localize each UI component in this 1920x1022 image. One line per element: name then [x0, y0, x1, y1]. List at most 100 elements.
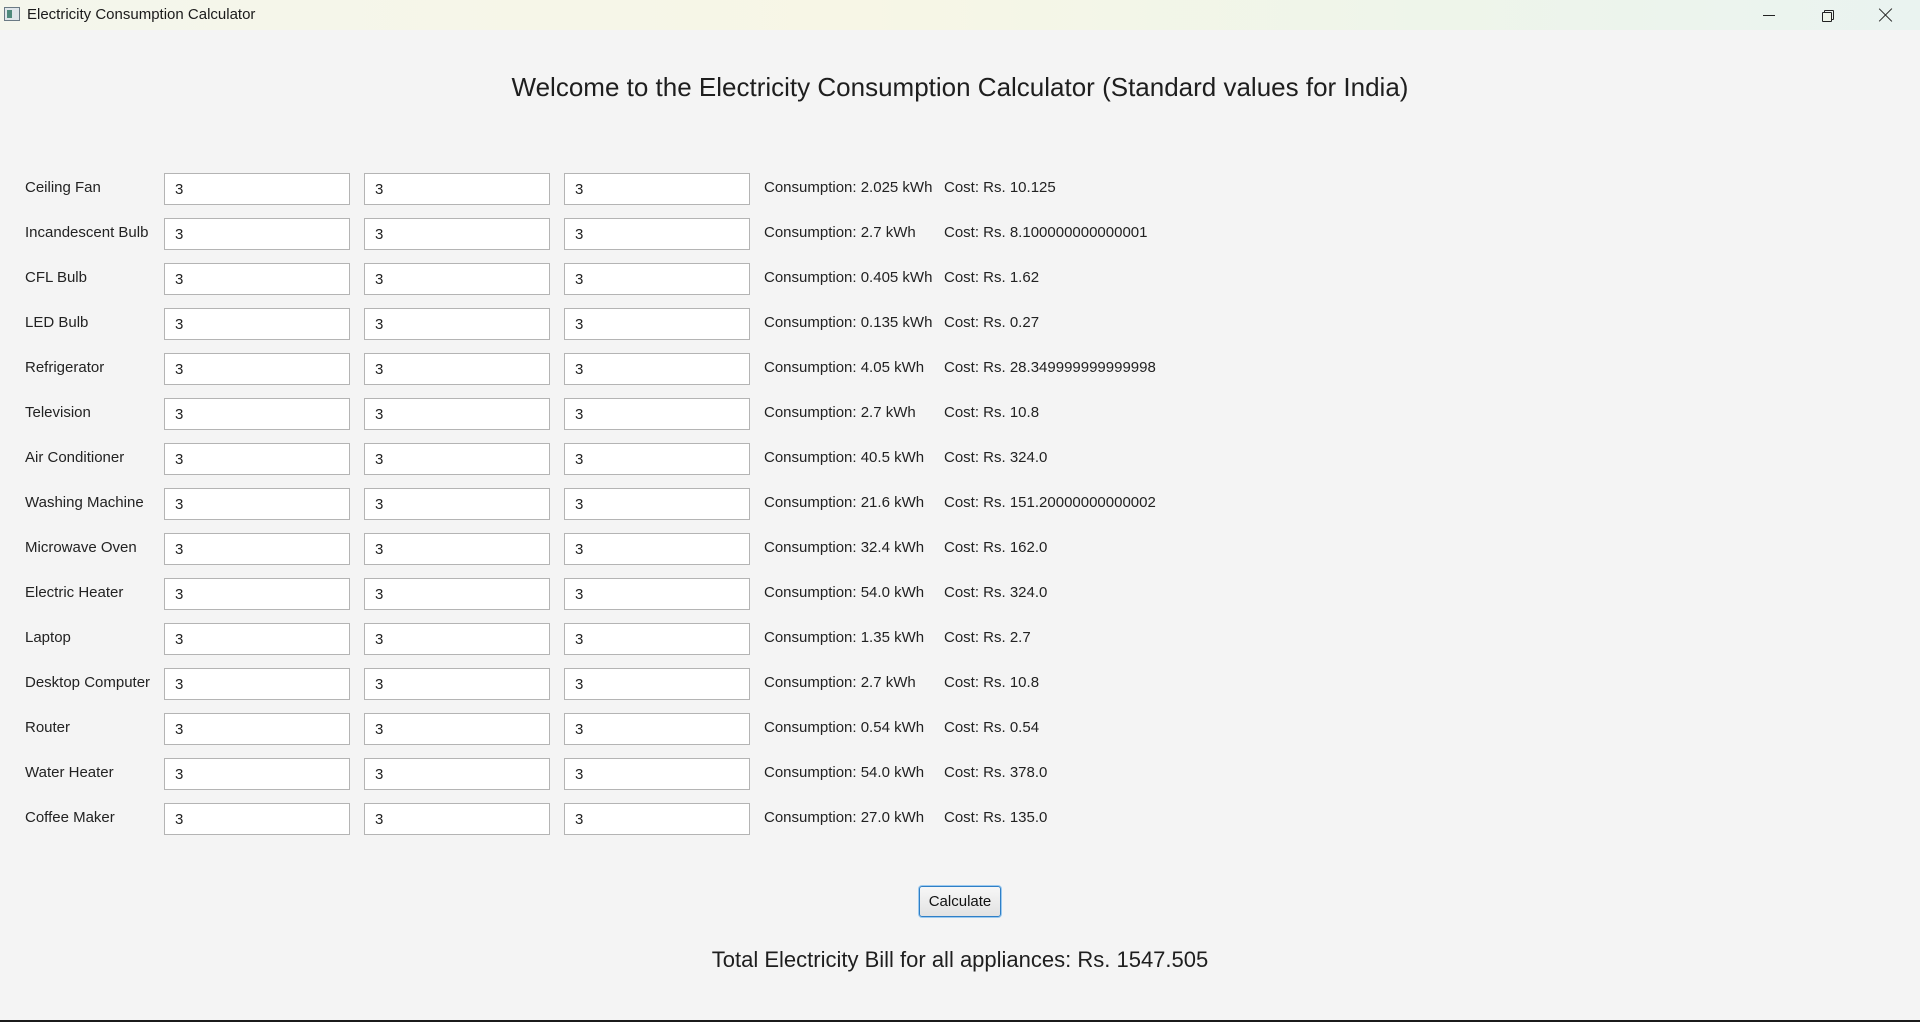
appliance-row: Air Conditioner Consumption: 40.5 kWh Co… — [0, 443, 1200, 488]
cost-label: Cost: Rs. 0.54 — [944, 719, 1040, 736]
consumption-label: Consumption: 0.135 kWh — [764, 314, 933, 331]
appliance-input-3[interactable] — [564, 758, 750, 790]
page-title: Welcome to the Electricity Consumption C… — [511, 72, 1409, 102]
appliance-input-2[interactable] — [364, 488, 550, 520]
appliance-input-1[interactable] — [164, 398, 350, 430]
appliance-input-3[interactable] — [564, 803, 750, 835]
consumption-label: Consumption: 4.05 kWh — [764, 359, 925, 376]
cost-label: Cost: Rs. 324.0 — [944, 449, 1048, 466]
appliance-input-1[interactable] — [164, 623, 350, 655]
appliance-name: Router — [25, 719, 71, 736]
appliance-input-1[interactable] — [164, 308, 350, 340]
consumption-label: Consumption: 0.405 kWh — [764, 269, 933, 286]
title-bar: Electricity Consumption Calculator — [0, 0, 1920, 30]
appliance-input-3[interactable] — [564, 263, 750, 295]
app-icon — [4, 7, 20, 21]
appliance-row: Electric Heater Consumption: 54.0 kWh Co… — [0, 578, 1200, 623]
appliance-input-2[interactable] — [364, 713, 550, 745]
appliance-input-2[interactable] — [364, 758, 550, 790]
consumption-label: Consumption: 2.7 kWh — [764, 404, 916, 421]
appliance-row: Router Consumption: 0.54 kWh Cost: Rs. 0… — [0, 713, 1200, 758]
cost-label: Cost: Rs. 28.349999999999998 — [944, 359, 1156, 376]
cost-label: Cost: Rs. 0.27 — [944, 314, 1040, 331]
total-bill: Total Electricity Bill for all appliance… — [711, 947, 1209, 972]
appliance-input-2[interactable] — [364, 668, 550, 700]
appliance-row: Laptop Consumption: 1.35 kWh Cost: Rs. 2… — [0, 623, 1200, 668]
consumption-label: Consumption: 1.35 kWh — [764, 629, 925, 646]
appliance-input-1[interactable] — [164, 578, 350, 610]
appliance-input-2[interactable] — [364, 578, 550, 610]
restore-button[interactable] — [1798, 0, 1856, 30]
appliance-name: Desktop Computer — [25, 674, 151, 691]
appliance-input-2[interactable] — [364, 218, 550, 250]
appliance-input-3[interactable] — [564, 488, 750, 520]
appliance-input-3[interactable] — [564, 218, 750, 250]
appliance-input-1[interactable] — [164, 263, 350, 295]
cost-label: Cost: Rs. 1.62 — [944, 269, 1040, 286]
appliance-name: Television — [25, 404, 91, 421]
appliance-input-1[interactable] — [164, 713, 350, 745]
calculate-button[interactable]: Calculate — [919, 886, 1001, 917]
minimize-button[interactable] — [1740, 0, 1798, 30]
appliance-input-3[interactable] — [564, 398, 750, 430]
consumption-label: Consumption: 40.5 kWh — [764, 449, 925, 466]
consumption-label: Consumption: 32.4 kWh — [764, 539, 925, 556]
appliance-row: Washing Machine Consumption: 21.6 kWh Co… — [0, 488, 1200, 533]
consumption-label: Consumption: 2.7 kWh — [764, 224, 916, 241]
appliance-input-2[interactable] — [364, 443, 550, 475]
appliance-input-3[interactable] — [564, 308, 750, 340]
appliance-input-1[interactable] — [164, 803, 350, 835]
close-icon — [1879, 8, 1893, 22]
appliance-list: Ceiling Fan Consumption: 2.025 kWh Cost:… — [0, 173, 1200, 848]
appliance-input-2[interactable] — [364, 533, 550, 565]
appliance-input-3[interactable] — [564, 353, 750, 385]
appliance-input-3[interactable] — [564, 173, 750, 205]
appliance-input-2[interactable] — [364, 803, 550, 835]
appliance-input-1[interactable] — [164, 533, 350, 565]
appliance-name: Microwave Oven — [25, 539, 137, 556]
appliance-name: Electric Heater — [25, 584, 124, 601]
consumption-label: Consumption: 54.0 kWh — [764, 764, 925, 781]
appliance-name: Incandescent Bulb — [25, 224, 149, 241]
cost-label: Cost: Rs. 151.20000000000002 — [944, 494, 1156, 511]
appliance-input-1[interactable] — [164, 668, 350, 700]
appliance-input-1[interactable] — [164, 353, 350, 385]
appliance-name: Coffee Maker — [25, 809, 115, 826]
appliance-input-1[interactable] — [164, 758, 350, 790]
consumption-label: Consumption: 2.7 kWh — [764, 674, 916, 691]
close-button[interactable] — [1857, 0, 1915, 30]
appliance-name: Refrigerator — [25, 359, 105, 376]
appliance-row: LED Bulb Consumption: 0.135 kWh Cost: Rs… — [0, 308, 1200, 353]
appliance-input-1[interactable] — [164, 173, 350, 205]
appliance-input-2[interactable] — [364, 173, 550, 205]
appliance-input-3[interactable] — [564, 533, 750, 565]
minimize-icon — [1763, 14, 1775, 16]
consumption-label: Consumption: 2.025 kWh — [764, 179, 933, 196]
appliance-input-2[interactable] — [364, 398, 550, 430]
appliance-name: Washing Machine — [25, 494, 144, 511]
appliance-input-2[interactable] — [364, 308, 550, 340]
appliance-name: CFL Bulb — [25, 269, 87, 286]
consumption-label: Consumption: 27.0 kWh — [764, 809, 925, 826]
appliance-input-3[interactable] — [564, 623, 750, 655]
appliance-name: Water Heater — [25, 764, 114, 781]
cost-label: Cost: Rs. 324.0 — [944, 584, 1048, 601]
appliance-input-1[interactable] — [164, 218, 350, 250]
consumption-label: Consumption: 54.0 kWh — [764, 584, 925, 601]
appliance-input-2[interactable] — [364, 623, 550, 655]
appliance-row: Incandescent Bulb Consumption: 2.7 kWh C… — [0, 218, 1200, 263]
cost-label: Cost: Rs. 8.100000000000001 — [944, 224, 1148, 241]
appliance-input-3[interactable] — [564, 668, 750, 700]
appliance-input-1[interactable] — [164, 443, 350, 475]
appliance-row: Coffee Maker Consumption: 27.0 kWh Cost:… — [0, 803, 1200, 848]
appliance-input-3[interactable] — [564, 578, 750, 610]
appliance-row: Water Heater Consumption: 54.0 kWh Cost:… — [0, 758, 1200, 803]
restore-icon — [1821, 9, 1834, 22]
appliance-input-1[interactable] — [164, 488, 350, 520]
appliance-input-3[interactable] — [564, 443, 750, 475]
appliance-row: Microwave Oven Consumption: 32.4 kWh Cos… — [0, 533, 1200, 578]
appliance-input-3[interactable] — [564, 713, 750, 745]
appliance-input-2[interactable] — [364, 353, 550, 385]
window-title: Electricity Consumption Calculator — [27, 6, 256, 23]
appliance-input-2[interactable] — [364, 263, 550, 295]
